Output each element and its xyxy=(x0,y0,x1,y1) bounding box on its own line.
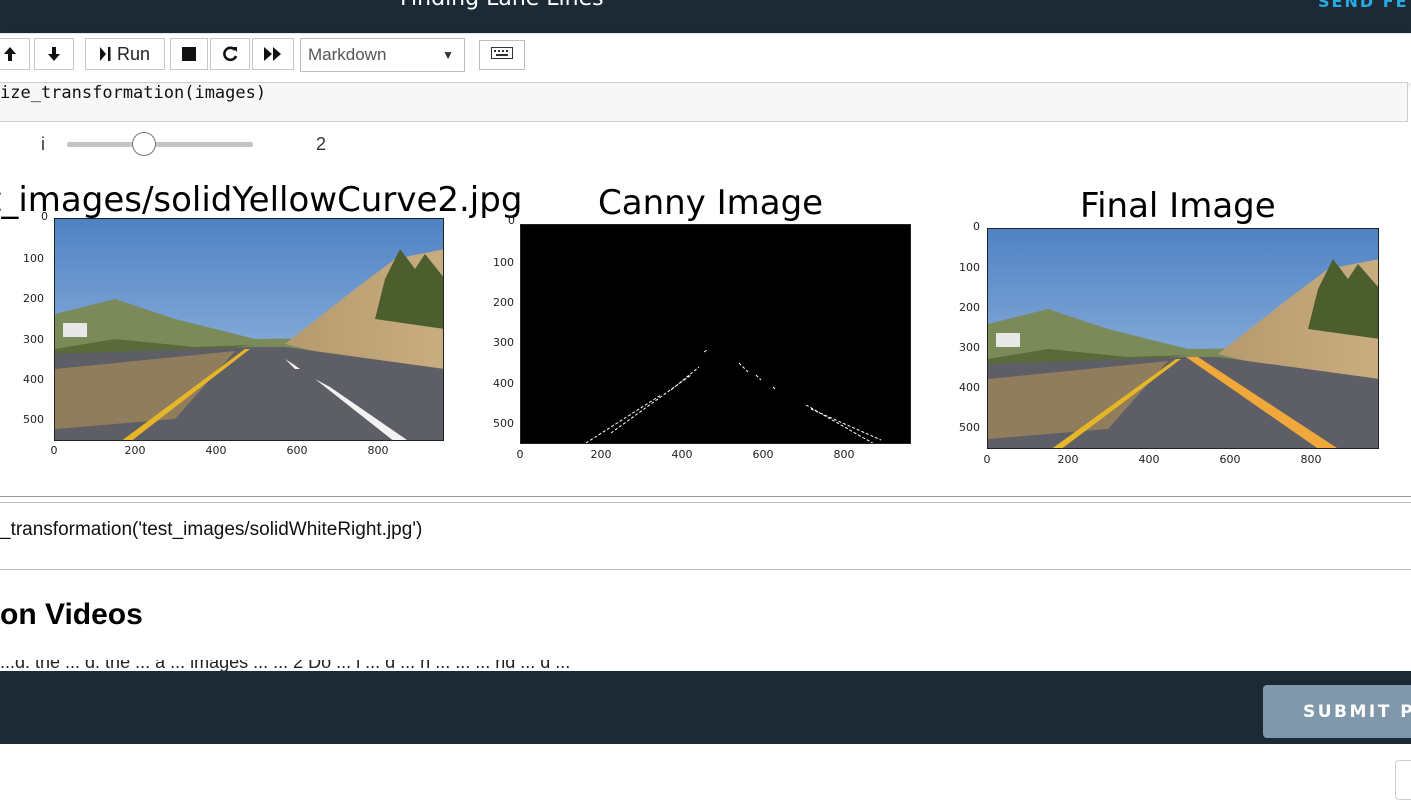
y-tick-label: 500 xyxy=(493,417,514,430)
arrow-down-icon xyxy=(47,46,61,62)
figure-title-original: t_images/solidYellowCurve2.jpg xyxy=(0,180,523,220)
interrupt-kernel-button[interactable] xyxy=(170,38,208,70)
y-tick-label: 0 xyxy=(508,214,515,227)
code-text: ize_transformation(images) xyxy=(0,83,267,103)
notebook-title: Finding Lane Lines xyxy=(400,0,604,11)
slider-track[interactable] xyxy=(67,142,253,147)
figure-title-canny: Canny Image xyxy=(598,183,824,223)
x-tick-label: 400 xyxy=(671,448,693,461)
canny-edge-image xyxy=(520,224,911,444)
y-tick-label: 300 xyxy=(493,336,514,349)
y-tick-label: 0 xyxy=(973,220,980,233)
y-tick-label: 500 xyxy=(959,421,980,434)
section-heading: on Videos xyxy=(0,598,143,631)
y-tick-label: 100 xyxy=(23,252,44,265)
y-tick-label: 200 xyxy=(493,296,514,309)
x-tick-label: 400 xyxy=(205,444,227,457)
move-cell-down-button[interactable] xyxy=(34,38,74,70)
figure-title-final: Final Image xyxy=(1080,186,1276,226)
x-tick-label: 800 xyxy=(833,448,855,461)
code-cell-input-next[interactable]: _transformation('test_images/solidWhiteR… xyxy=(0,502,1411,570)
x-tick-label: 600 xyxy=(752,448,774,461)
bottom-action-bar xyxy=(0,671,1411,744)
x-tick-label: 200 xyxy=(124,444,146,457)
send-feedback-link[interactable]: SEND FE xyxy=(1318,0,1409,11)
y-tick-label: 500 xyxy=(23,413,44,426)
x-tick-label: 200 xyxy=(1057,453,1079,466)
restart-run-all-button[interactable] xyxy=(252,38,294,70)
command-palette-button[interactable] xyxy=(479,40,525,70)
cell-type-value: Markdown xyxy=(308,45,387,64)
original-road-image xyxy=(54,218,444,441)
run-label: Run xyxy=(116,43,151,64)
keyboard-icon xyxy=(491,46,513,64)
x-tick-label: 0 xyxy=(516,448,524,461)
y-tick-label: 400 xyxy=(23,373,44,386)
y-tick-label: 100 xyxy=(959,261,980,274)
submit-project-button[interactable]: SUBMIT P xyxy=(1263,685,1411,738)
run-cell-button[interactable]: Run xyxy=(85,38,165,70)
y-tick-label: 400 xyxy=(959,381,980,394)
restart-kernel-button[interactable] xyxy=(210,38,250,70)
help-widget-button[interactable] xyxy=(1395,760,1411,800)
chevron-down-icon: ▼ xyxy=(442,48,454,62)
output-divider xyxy=(0,496,1411,497)
x-tick-label: 600 xyxy=(1219,453,1241,466)
notebook-toolbar: Run Markdown ▼ xyxy=(0,33,1411,83)
x-tick-label: 400 xyxy=(1138,453,1160,466)
arrow-up-icon xyxy=(3,46,17,62)
move-cell-up-button[interactable] xyxy=(0,38,30,70)
x-tick-label: 200 xyxy=(590,448,612,461)
restart-icon xyxy=(222,46,238,62)
y-tick-label: 200 xyxy=(959,301,980,314)
final-lane-image xyxy=(987,228,1379,449)
fast-forward-icon xyxy=(264,47,282,61)
slider-handle[interactable] xyxy=(132,132,156,156)
slider-label: i xyxy=(41,134,45,154)
y-tick-label: 300 xyxy=(23,333,44,346)
stop-icon xyxy=(182,47,196,61)
run-icon xyxy=(99,47,111,61)
code-text: _transformation('test_images/solidWhiteR… xyxy=(0,519,423,540)
x-tick-label: 0 xyxy=(50,444,58,457)
y-tick-label: 300 xyxy=(959,341,980,354)
y-tick-label: 0 xyxy=(41,210,48,223)
cell-type-select[interactable]: Markdown ▼ xyxy=(300,38,465,72)
x-tick-label: 800 xyxy=(1300,453,1322,466)
x-tick-label: 600 xyxy=(286,444,308,457)
y-tick-label: 100 xyxy=(493,256,514,269)
y-tick-label: 400 xyxy=(493,377,514,390)
x-tick-label: 0 xyxy=(983,453,991,466)
slider-value: 2 xyxy=(316,134,327,154)
x-tick-label: 800 xyxy=(367,444,389,457)
y-tick-label: 200 xyxy=(23,292,44,305)
code-cell-input[interactable]: ize_transformation(images) xyxy=(0,82,1408,122)
